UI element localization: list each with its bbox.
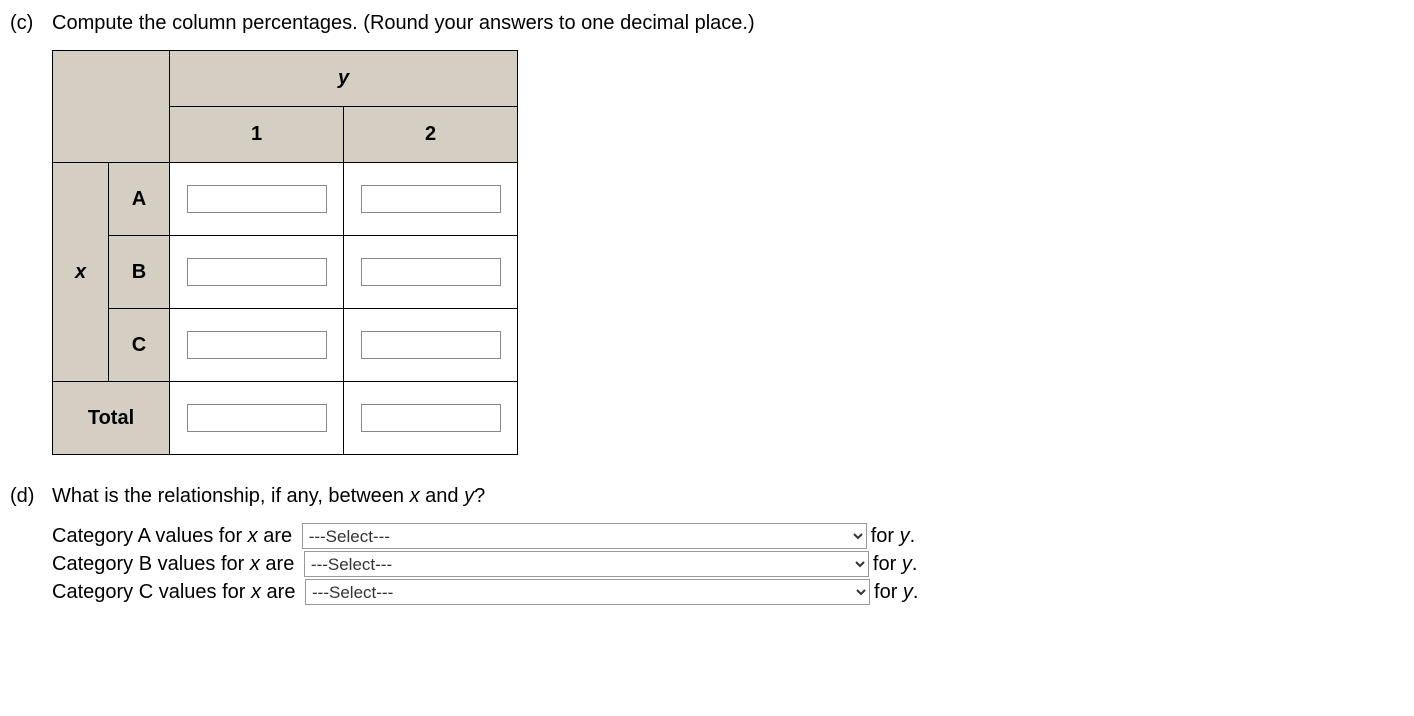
col-header-1: 1	[170, 107, 344, 163]
d-text-mid: and	[420, 485, 464, 507]
d-lines: Category A values for x are ---Select---…	[52, 523, 1404, 605]
question-c-content: Compute the column percentages. (Round y…	[52, 12, 1404, 455]
input-c-2[interactable]	[361, 331, 501, 359]
y-header: y	[170, 51, 518, 107]
percentage-table: y 1 2 x A B	[52, 50, 518, 455]
d-line-a-for: for	[871, 525, 900, 548]
question-c: (c) Compute the column percentages. (Rou…	[10, 12, 1404, 455]
input-b-1[interactable]	[187, 258, 327, 286]
d-line-b-suffix-var: y	[902, 553, 912, 576]
row-header-total: Total	[53, 382, 170, 455]
row-header-a: A	[109, 163, 170, 236]
row-header-c: C	[109, 309, 170, 382]
cell-a-2	[344, 163, 518, 236]
d-text-prefix: What is the relationship, if any, betwee…	[52, 485, 410, 507]
d-text-suffix: ?	[474, 485, 485, 507]
question-c-text: Compute the column percentages. (Round y…	[52, 12, 1404, 35]
cell-b-2	[344, 236, 518, 309]
d-line-b-var: x	[250, 553, 260, 576]
question-d-content: What is the relationship, if any, betwee…	[52, 485, 1404, 607]
input-a-1[interactable]	[187, 185, 327, 213]
col-header-2: 2	[344, 107, 518, 163]
cell-a-1	[170, 163, 344, 236]
d-line-b-end: .	[912, 553, 918, 576]
input-b-2[interactable]	[361, 258, 501, 286]
d-line-c-end: .	[913, 581, 919, 604]
d-text-var2: y	[464, 485, 474, 507]
d-line-a-end: .	[910, 525, 916, 548]
question-d-label: (d)	[10, 485, 52, 508]
d-line-c-for: for	[874, 581, 903, 604]
d-line-c-var: x	[251, 581, 261, 604]
select-b[interactable]: ---Select---	[304, 551, 869, 577]
cell-b-1	[170, 236, 344, 309]
d-text-var1: x	[410, 485, 420, 507]
cell-total-2	[344, 382, 518, 455]
d-line-b: Category B values for x are ---Select---…	[52, 551, 1404, 577]
d-line-c: Category C values for x are ---Select---…	[52, 579, 1404, 605]
d-line-b-prefix: Category B values for	[52, 553, 250, 576]
select-c[interactable]: ---Select---	[305, 579, 870, 605]
cell-c-2	[344, 309, 518, 382]
d-line-c-suffix-var: y	[903, 581, 913, 604]
d-line-c-mid: are	[261, 581, 301, 604]
question-d: (d) What is the relationship, if any, be…	[10, 485, 1404, 607]
question-c-label: (c)	[10, 12, 52, 35]
select-a[interactable]: ---Select---	[302, 523, 867, 549]
d-line-a-prefix: Category A values for	[52, 525, 248, 548]
d-line-a-var: x	[248, 525, 258, 548]
cell-c-1	[170, 309, 344, 382]
d-line-c-prefix: Category C values for	[52, 581, 251, 604]
d-line-a-mid: are	[258, 525, 298, 548]
d-line-a-suffix-var: y	[900, 525, 910, 548]
d-line-b-mid: are	[260, 553, 300, 576]
input-total-1[interactable]	[187, 404, 327, 432]
x-header: x	[53, 163, 109, 382]
question-d-text: What is the relationship, if any, betwee…	[52, 485, 1404, 508]
input-c-1[interactable]	[187, 331, 327, 359]
table-corner	[53, 51, 170, 163]
input-a-2[interactable]	[361, 185, 501, 213]
d-line-a: Category A values for x are ---Select---…	[52, 523, 1404, 549]
row-header-b: B	[109, 236, 170, 309]
d-line-b-for: for	[873, 553, 902, 576]
input-total-2[interactable]	[361, 404, 501, 432]
cell-total-1	[170, 382, 344, 455]
